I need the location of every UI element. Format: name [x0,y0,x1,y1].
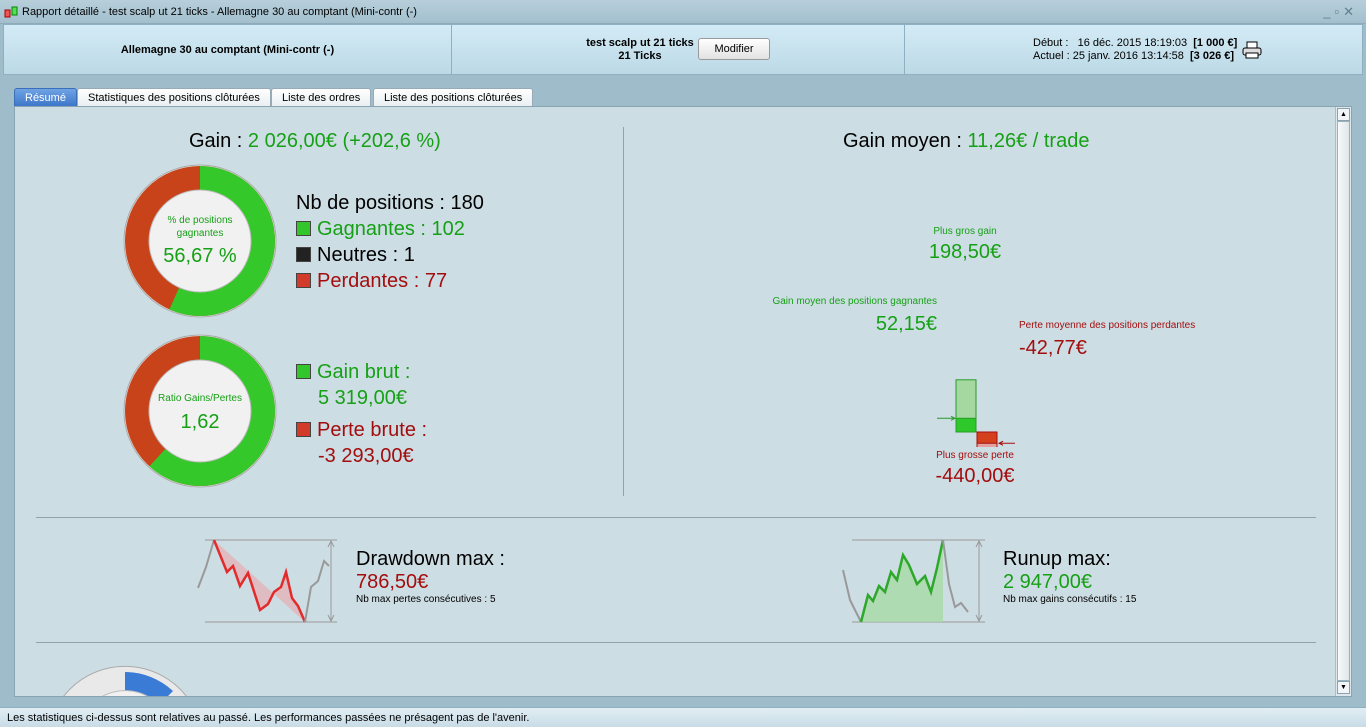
actuel-label: Actuel : [1033,50,1070,62]
tab-liste-positions[interactable]: Liste des positions clôturées [373,88,534,107]
debut-date: 16 déc. 2015 18:19:03 [1077,37,1188,49]
title-bar: Rapport détaillé - test scalp ut 21 tick… [0,0,1366,24]
perte-brute-label: Perte brute : [317,419,428,441]
gain-brut: 5 319,00€ [318,387,407,409]
vertical-divider [623,127,624,496]
red-square-icon [296,422,311,437]
max-gain-label: Plus gros gain [933,226,997,237]
modify-button[interactable]: Modifier [698,38,770,60]
perte-brute: -3 293,00€ [318,445,414,467]
strategy-ticks: 21 Ticks [618,50,662,62]
summary-panel: Gain : 2 026,00€ (+202,6 %) % de positio… [14,106,1352,697]
close-icon[interactable]: ✕ [1343,4,1358,19]
scroll-down-icon[interactable]: ▼ [1337,681,1350,694]
app-icon [4,6,18,18]
win-rate-label: % de positions gagnantes [167,215,233,239]
runup-label: Runup max: [1003,548,1111,570]
gain-label: Gain : [189,130,248,152]
avg-gain-label: Gain moyen des positions gagnantes [772,296,937,307]
debut-label: Début : [1033,37,1069,49]
actuel-date: 25 janv. 2016 13:14:58 [1072,50,1184,62]
gagnantes: Gagnantes : 102 [317,218,465,240]
gain-brut-label: Gain brut : [317,361,411,383]
green-square-icon [296,221,311,236]
runup-sparkline [842,539,985,623]
drawdown-sparkline [197,539,337,623]
minimize-icon[interactable]: _ [1323,4,1334,19]
red-square-icon [296,273,311,288]
gain-loss-bars [937,379,1015,447]
divider [36,517,1316,518]
perdantes: Perdantes : 77 [317,270,448,292]
neutres: Neutres : 1 [317,244,415,266]
max-consecutive-losses: Nb max pertes consécutives : 5 [356,594,496,605]
avg-gain-bar [955,417,977,433]
green-square-icon [296,364,311,379]
scrollbar-thumb[interactable] [1337,121,1350,681]
black-square-icon [296,247,311,262]
ratio-label: Ratio Gains/Pertes [158,393,242,404]
status-bar: Les statistiques ci-dessus sont relative… [0,707,1366,727]
runup-value: 2 947,00€ [1003,571,1092,593]
win-rate-value: 56,67 % [163,245,237,267]
tab-resume[interactable]: Résumé [14,88,77,107]
instrument-name: Allemagne 30 au comptant (Mini-contr (-) [4,25,452,74]
partial-donut [63,665,187,696]
actuel-capital: [3 026 €] [1190,50,1235,62]
arrow-right-icon [937,415,957,421]
restore-icon[interactable]: ▫ [1334,4,1343,19]
win-rate-donut [123,164,277,318]
drawdown-label: Drawdown max : [356,548,505,570]
max-loss-label: Plus grosse perte [936,450,1014,461]
window-title: Rapport détaillé - test scalp ut 21 tick… [22,6,417,18]
avg-loss-bar [976,431,998,444]
drawdown-value: 786,50€ [356,571,429,593]
arrow-left-icon [997,440,1015,446]
max-consecutive-gains: Nb max gains consécutifs : 15 [1003,594,1137,605]
ratio-value: 1,62 [180,411,220,433]
vertical-scrollbar[interactable]: ▲ ▼ [1335,107,1351,696]
report-header: Allemagne 30 au comptant (Mini-contr (-)… [3,24,1363,75]
tab-statistiques[interactable]: Statistiques des positions clôturées [77,88,271,107]
avg-loss-label: Perte moyenne des positions perdantes [1019,320,1196,331]
strategy-name: test scalp ut 21 ticks [586,37,694,49]
positions-count: Nb de positions : 180 [296,192,484,214]
print-icon[interactable] [1242,41,1262,59]
debut-capital: [1 000 €] [1193,37,1238,49]
gain-moyen-value: 11,26€ / trade [967,130,1090,152]
scroll-up-icon[interactable]: ▲ [1337,108,1350,121]
gain-value: 2 026,00€ (+202,6 %) [247,130,441,152]
gain-moyen-label: Gain moyen : [843,130,968,152]
max-loss: -440,00€ [935,465,1015,487]
divider [36,642,1316,643]
tab-liste-ordres[interactable]: Liste des ordres [271,88,372,107]
